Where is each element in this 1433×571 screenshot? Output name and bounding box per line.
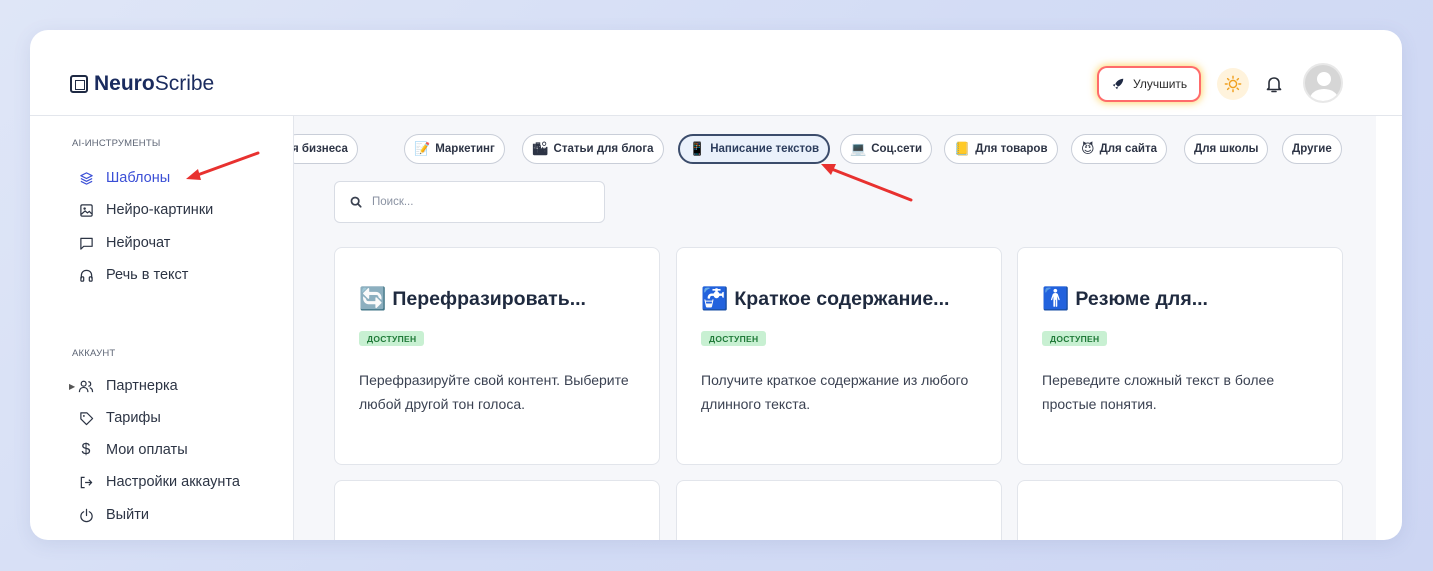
sidebar-item-label: Настройки аккаунта [106, 474, 240, 490]
search-placeholder: Поиск... [372, 196, 414, 208]
tab-copywriting[interactable]: 📱 Написание текстов [678, 134, 831, 164]
dollar-icon: $ [81, 441, 91, 458]
sidebar-item-label: Выйти [106, 507, 149, 523]
template-card-partial[interactable] [1017, 480, 1343, 540]
tab-website[interactable]: 😈 Для сайта [1071, 134, 1167, 164]
logout-arrow-icon [78, 474, 94, 490]
card-title-text: Перефразировать... [392, 287, 586, 310]
layers-icon [78, 170, 94, 186]
template-card-resume[interactable]: 🚹 Резюме для... ДОСТУПЕН Переведите слож… [1017, 247, 1343, 465]
tab-label: Написание текстов [710, 143, 820, 155]
card-title: 🚹 Резюме для... [1042, 286, 1208, 312]
avatar-body [1310, 89, 1338, 101]
search-input[interactable]: Поиск... [334, 181, 605, 223]
tab-label: Маркетинг [435, 143, 495, 155]
sidebar-item-label: Тарифы [106, 410, 161, 426]
tab-label: Для школы [1194, 143, 1259, 155]
tab-label: Для товаров [975, 143, 1048, 155]
tab-label: Соц.сети [871, 143, 923, 155]
card-description: Переведите сложный текст в более простые… [1042, 372, 1275, 412]
tab-other[interactable]: Другие [1282, 134, 1342, 164]
logo-icon [70, 75, 88, 93]
category-tabs: я бизнеса 📝 Маркетинг 🏙 Статьи для блога… [294, 134, 1376, 166]
sidebar-item-tariffs[interactable]: Тарифы [78, 407, 161, 429]
ledger-icon: 📒 [954, 141, 971, 156]
avatar[interactable] [1303, 63, 1343, 103]
template-card-paraphrase[interactable]: 🔄 Перефразировать... ДОСТУПЕН Перефразир… [334, 247, 660, 465]
tab-products[interactable]: 📒 Для товаров [944, 134, 1058, 164]
laptop-icon: 💻 [850, 141, 867, 156]
tab-label: Статьи для блога [553, 143, 654, 155]
tab-blog-articles[interactable]: 🏙 Статьи для блога [522, 134, 664, 164]
app-window: NeuroScribe Улучшить AI-ИНСТРУМЕНТЫ Шабл… [30, 30, 1402, 540]
card-title-text: Краткое содержание... [734, 287, 950, 310]
sidebar-item-payments[interactable]: $ Мои оплаты [78, 439, 188, 461]
status-badge: ДОСТУПЕН [701, 331, 767, 346]
sidebar-item-label: Речь в текст [106, 267, 189, 283]
sidebar-item-partners[interactable]: Партнерка [78, 375, 178, 397]
tab-business[interactable]: я бизнеса [294, 134, 358, 164]
logo-light: Scribe [154, 72, 215, 95]
bell-icon [1266, 77, 1282, 93]
rocket-icon [1112, 78, 1124, 90]
chat-icon [78, 235, 94, 251]
water-tap-icon: 🚰 [701, 286, 729, 311]
section-title-account: АККАУНТ [72, 348, 116, 359]
users-icon [78, 378, 94, 394]
sidebar-item-label: Нейро-картинки [106, 202, 214, 218]
devil-icon: 😈 [1081, 141, 1095, 156]
person-icon: 🚹 [1042, 286, 1070, 311]
template-card-summary[interactable]: 🚰 Краткое содержание... ДОСТУПЕН Получит… [676, 247, 1002, 465]
status-badge: ДОСТУПЕН [1042, 331, 1108, 346]
section-title-tools: AI-ИНСТРУМЕНТЫ [72, 138, 161, 149]
upgrade-label: Улучшить [1133, 77, 1188, 91]
sidebar-item-neuro-images[interactable]: Нейро-картинки [78, 199, 213, 221]
power-icon [78, 507, 94, 523]
sidebar: AI-ИНСТРУМЕНТЫ Шаблоны Нейро-картинки Не… [56, 116, 294, 540]
sidebar-item-neurochat[interactable]: Нейрочат [78, 232, 170, 254]
expand-caret-icon[interactable]: ▶ [69, 382, 75, 391]
memo-icon: 📝 [414, 141, 431, 156]
tab-label: Другие [1292, 143, 1332, 155]
sidebar-item-label: Мои оплаты [106, 442, 188, 458]
upgrade-button[interactable]: Улучшить [1099, 68, 1200, 100]
sidebar-item-logout[interactable]: Выйти [78, 504, 149, 526]
sidebar-item-speech-to-text[interactable]: Речь в текст [78, 264, 188, 286]
top-header: NeuroScribe Улучшить [30, 30, 1402, 116]
sidebar-item-label: Партнерка [106, 378, 178, 394]
cityscape-icon: 🏙 [532, 141, 549, 156]
card-title: 🔄 Перефразировать... [359, 286, 586, 312]
logo[interactable]: NeuroScribe [70, 72, 214, 96]
card-title: 🚰 Краткое содержание... [701, 286, 949, 312]
tab-school[interactable]: Для школы [1184, 134, 1269, 164]
sidebar-item-label: Нейрочат [106, 235, 171, 251]
status-badge: ДОСТУПЕН [359, 331, 425, 346]
image-icon [78, 202, 94, 218]
tab-label: Для сайта [1099, 143, 1157, 155]
sidebar-item-label: Шаблоны [106, 170, 171, 186]
search-icon [350, 196, 362, 208]
phone-icon: 📱 [689, 141, 706, 156]
logo-bold: Neuro [94, 72, 155, 95]
sidebar-item-account-settings[interactable]: Настройки аккаунта [78, 471, 240, 493]
card-description: Получите краткое содержание из любого дл… [701, 372, 969, 412]
tag-icon [78, 410, 94, 426]
tab-marketing[interactable]: 📝 Маркетинг [404, 134, 505, 164]
sidebar-item-templates[interactable]: Шаблоны [78, 167, 170, 189]
template-card-partial[interactable] [676, 480, 1002, 540]
headphones-icon [78, 267, 94, 283]
avatar-head [1317, 72, 1331, 86]
theme-toggle-button[interactable] [1217, 68, 1249, 100]
tab-label: я бизнеса [294, 143, 348, 155]
arrows-cycle-icon: 🔄 [359, 286, 387, 311]
sun-icon [1224, 75, 1242, 93]
card-title-text: Резюме для... [1075, 287, 1208, 310]
template-card-partial[interactable] [334, 480, 660, 540]
notifications-button[interactable] [1262, 72, 1286, 96]
card-description: Перефразируйте свой контент. Выберите лю… [359, 372, 629, 412]
main-content: я бизнеса 📝 Маркетинг 🏙 Статьи для блога… [294, 116, 1376, 540]
tab-social[interactable]: 💻 Соц.сети [840, 134, 933, 164]
